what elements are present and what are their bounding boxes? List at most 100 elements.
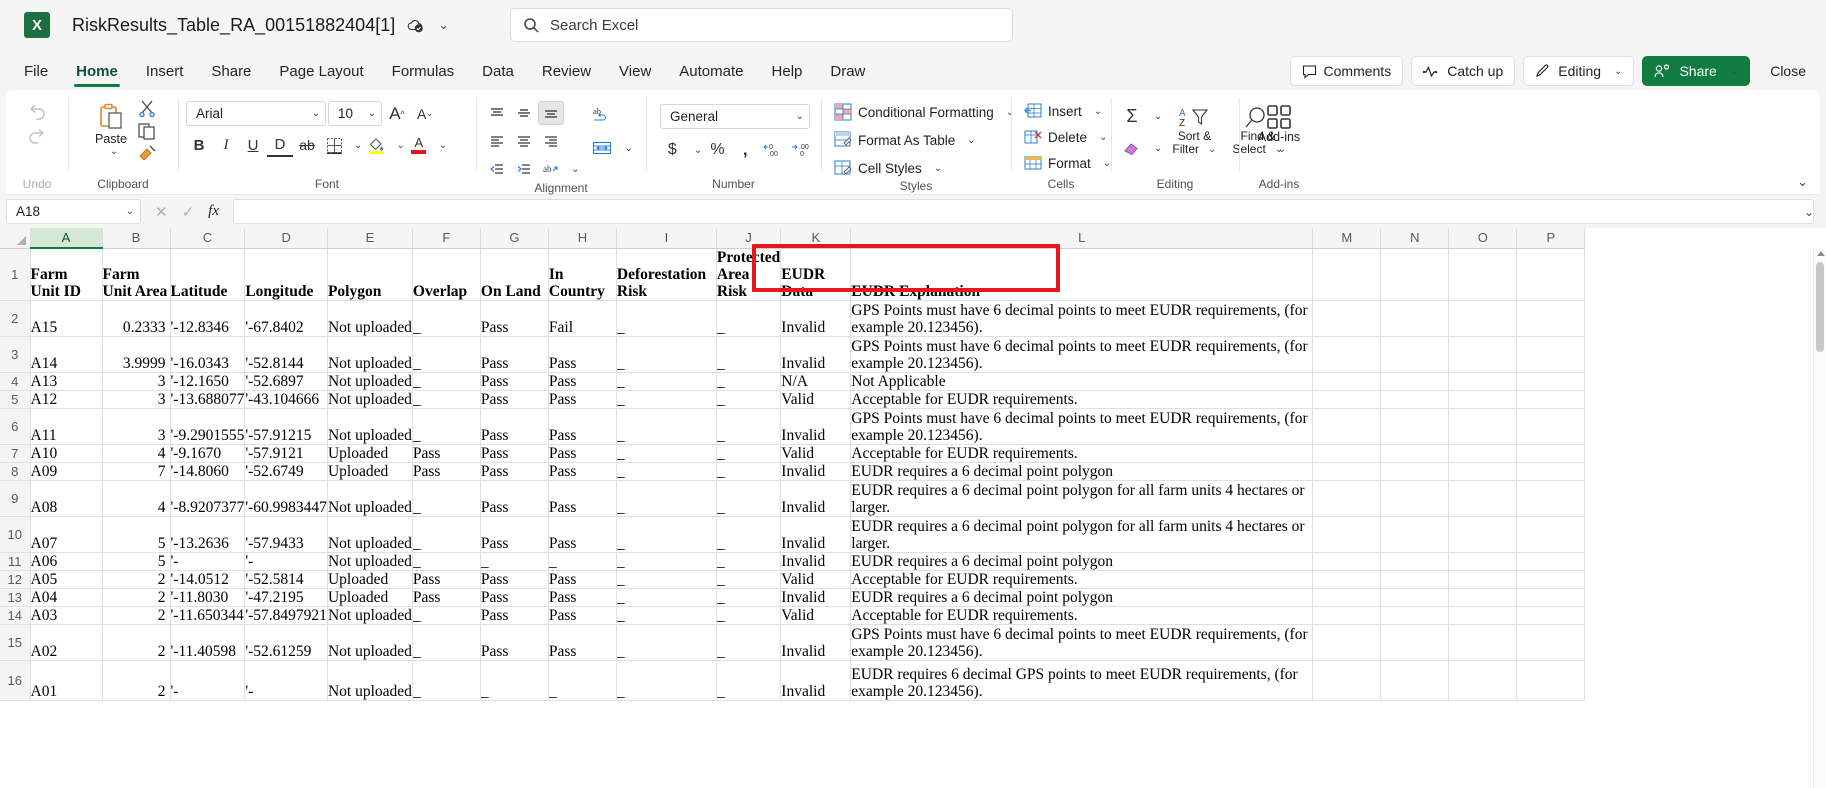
increase-indent-icon[interactable] bbox=[511, 157, 537, 181]
cell-J13[interactable]: _ bbox=[716, 588, 780, 606]
cell-N5[interactable] bbox=[1381, 390, 1449, 408]
cell-G11[interactable]: _ bbox=[480, 552, 548, 570]
cell-P4[interactable] bbox=[1517, 372, 1585, 390]
sort-filter-button[interactable]: AZ Sort & Filter ⌄ bbox=[1166, 102, 1222, 160]
cell-F6[interactable]: _ bbox=[412, 408, 480, 444]
cell-E2[interactable]: Not uploaded bbox=[327, 300, 412, 336]
cell-G14[interactable]: Pass bbox=[480, 606, 548, 624]
merge-chevron-down-icon[interactable]: ⌄ bbox=[624, 143, 632, 154]
cell-N3[interactable] bbox=[1381, 336, 1449, 372]
cell-H1[interactable]: InCountry bbox=[548, 248, 616, 300]
orientation-chevron-down-icon[interactable]: ⌄ bbox=[571, 164, 579, 175]
cell-K13[interactable]: Invalid bbox=[781, 588, 851, 606]
cell-A7[interactable]: A10 bbox=[30, 444, 102, 462]
cell-E8[interactable]: Uploaded bbox=[327, 462, 412, 480]
cell-K7[interactable]: Valid bbox=[781, 444, 851, 462]
cell-P13[interactable] bbox=[1517, 588, 1585, 606]
font-size-select[interactable]: 10 ⌄ bbox=[328, 101, 382, 126]
cell-P9[interactable] bbox=[1517, 480, 1585, 516]
cell-P11[interactable] bbox=[1517, 552, 1585, 570]
cell-O4[interactable] bbox=[1449, 372, 1517, 390]
cell-N16[interactable] bbox=[1381, 660, 1449, 700]
cell-O6[interactable] bbox=[1449, 408, 1517, 444]
column-header-b[interactable]: B bbox=[102, 228, 170, 248]
merge-center-icon[interactable] bbox=[589, 136, 615, 160]
cell-J5[interactable]: _ bbox=[716, 390, 780, 408]
tab-automate[interactable]: Automate bbox=[665, 57, 757, 90]
cell-G1[interactable]: On Land bbox=[480, 248, 548, 300]
conditional-formatting-button[interactable]: Conditional Formatting ⌄ bbox=[829, 101, 1003, 123]
tab-insert[interactable]: Insert bbox=[132, 57, 198, 90]
insert-cells-button[interactable]: Insert ⌄ bbox=[1019, 101, 1103, 121]
fill-color-icon[interactable] bbox=[363, 133, 389, 157]
cell-E15[interactable]: Not uploaded bbox=[327, 624, 412, 660]
cell-F13[interactable]: Pass bbox=[412, 588, 480, 606]
share-button[interactable]: Share ⌄ bbox=[1642, 56, 1750, 86]
cell-D16[interactable]: '- bbox=[245, 660, 328, 700]
vertical-scrollbar[interactable] bbox=[1813, 248, 1826, 788]
cell-J8[interactable]: _ bbox=[716, 462, 780, 480]
cell-N6[interactable] bbox=[1381, 408, 1449, 444]
borders-icon[interactable] bbox=[321, 133, 347, 157]
cell-O12[interactable] bbox=[1449, 570, 1517, 588]
cell-F2[interactable]: _ bbox=[412, 300, 480, 336]
cell-D7[interactable]: '-57.9121 bbox=[245, 444, 328, 462]
font-color-icon[interactable]: A bbox=[406, 133, 432, 157]
cell-P10[interactable] bbox=[1517, 516, 1585, 552]
borders-chevron-down-icon[interactable]: ⌄ bbox=[354, 140, 362, 151]
insert-function-icon[interactable]: fx bbox=[208, 203, 219, 220]
cell-K9[interactable]: Invalid bbox=[781, 480, 851, 516]
cell-N1[interactable] bbox=[1381, 248, 1449, 300]
cell-F3[interactable]: _ bbox=[412, 336, 480, 372]
catch-up-button[interactable]: Catch up bbox=[1411, 56, 1515, 86]
cell-I13[interactable]: _ bbox=[616, 588, 716, 606]
cell-C12[interactable]: '-14.0512 bbox=[170, 570, 245, 588]
cell-A8[interactable]: A09 bbox=[30, 462, 102, 480]
cell-F11[interactable]: _ bbox=[412, 552, 480, 570]
cell-L8[interactable]: EUDR requires a 6 decimal point polygon bbox=[851, 462, 1313, 480]
cut-icon[interactable] bbox=[137, 98, 157, 118]
paste-button[interactable]: Paste ⌄ bbox=[89, 100, 133, 159]
cell-I14[interactable]: _ bbox=[616, 606, 716, 624]
cell-E10[interactable]: Not uploaded bbox=[327, 516, 412, 552]
align-top-icon[interactable] bbox=[484, 101, 510, 125]
cell-F14[interactable]: _ bbox=[412, 606, 480, 624]
underline-button[interactable]: U bbox=[240, 133, 266, 157]
comma-format-icon[interactable]: , bbox=[733, 138, 758, 162]
cell-I2[interactable]: _ bbox=[616, 300, 716, 336]
column-header-l[interactable]: L bbox=[851, 228, 1313, 248]
scrollbar-thumb[interactable] bbox=[1816, 262, 1824, 352]
cell-C8[interactable]: '-14.8060 bbox=[170, 462, 245, 480]
percent-format-icon[interactable]: % bbox=[705, 138, 730, 162]
cell-H12[interactable]: Pass bbox=[548, 570, 616, 588]
cell-N14[interactable] bbox=[1381, 606, 1449, 624]
cell-G2[interactable]: Pass bbox=[480, 300, 548, 336]
cell-G15[interactable]: Pass bbox=[480, 624, 548, 660]
decrease-indent-icon[interactable] bbox=[484, 157, 510, 181]
tab-share[interactable]: Share bbox=[197, 57, 265, 90]
cell-M5[interactable] bbox=[1313, 390, 1381, 408]
cell-I1[interactable]: DeforestationRisk bbox=[616, 248, 716, 300]
format-as-table-button[interactable]: Format As Table ⌄ bbox=[829, 129, 1003, 151]
cell-I10[interactable]: _ bbox=[616, 516, 716, 552]
row-header-8[interactable]: 8 bbox=[0, 462, 30, 480]
cell-N13[interactable] bbox=[1381, 588, 1449, 606]
tab-view[interactable]: View bbox=[605, 57, 665, 90]
cell-A16[interactable]: A01 bbox=[30, 660, 102, 700]
cell-O14[interactable] bbox=[1449, 606, 1517, 624]
cell-E14[interactable]: Not uploaded bbox=[327, 606, 412, 624]
cell-L14[interactable]: Acceptable for EUDR requirements. bbox=[851, 606, 1313, 624]
cell-H2[interactable]: Fail bbox=[548, 300, 616, 336]
cell-D14[interactable]: '-57.8497921 bbox=[245, 606, 328, 624]
cell-O13[interactable] bbox=[1449, 588, 1517, 606]
cell-B10[interactable]: 5 bbox=[102, 516, 170, 552]
cell-J4[interactable]: _ bbox=[716, 372, 780, 390]
column-header-g[interactable]: G bbox=[480, 228, 548, 248]
column-header-d[interactable]: D bbox=[245, 228, 328, 248]
cell-O10[interactable] bbox=[1449, 516, 1517, 552]
cell-N11[interactable] bbox=[1381, 552, 1449, 570]
increase-decimal-icon[interactable]: 0.00 bbox=[761, 138, 786, 162]
cell-I3[interactable]: _ bbox=[616, 336, 716, 372]
cell-M11[interactable] bbox=[1313, 552, 1381, 570]
cell-H9[interactable]: Pass bbox=[548, 480, 616, 516]
